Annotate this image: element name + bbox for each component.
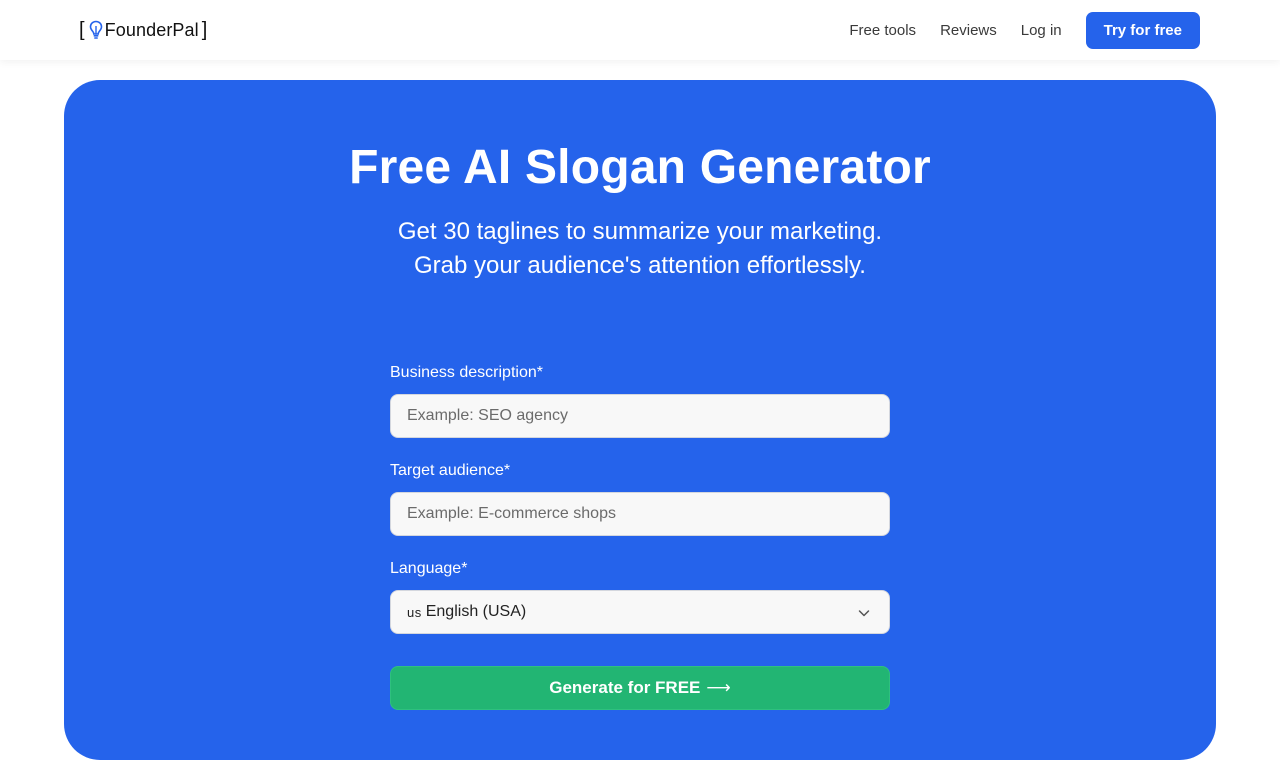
slogan-form: Business description* Target audience* L… — [390, 362, 890, 710]
nav-free-tools[interactable]: Free tools — [849, 22, 916, 39]
business-description-label: Business description* — [390, 364, 543, 381]
hero-section: Free AI Slogan Generator Get 30 taglines… — [64, 80, 1216, 760]
generate-button-label: Generate for FREE — [549, 678, 701, 697]
logo-bracket-right: ] — [201, 19, 208, 41]
target-audience-input[interactable] — [390, 492, 890, 536]
chevron-down-icon — [858, 610, 870, 617]
page-subtitle: Get 30 taglines to summarize your market… — [64, 215, 1216, 283]
subtitle-line-1: Get 30 taglines to summarize your market… — [397, 218, 883, 245]
logo-text: FounderPal — [104, 19, 199, 40]
target-audience-label: Target audience* — [390, 462, 511, 479]
lightbulb-icon — [89, 20, 102, 39]
page-title: Free AI Slogan Generator — [349, 141, 931, 194]
target-audience-group: Target audience* — [390, 460, 890, 536]
us-flag-icon: us — [407, 604, 422, 620]
language-select[interactable]: us English (USA) — [390, 590, 890, 634]
language-selected-value: English (USA) — [425, 603, 527, 620]
language-label: Language* — [390, 560, 468, 577]
logo-bracket-left: [ — [79, 19, 85, 41]
business-description-input[interactable] — [390, 394, 890, 438]
nav-login[interactable]: Log in — [1021, 22, 1062, 39]
logo[interactable]: [ FounderPal ] — [79, 18, 207, 42]
main-nav: Free tools Reviews Log in Try for free — [849, 12, 1200, 49]
site-header: [ FounderPal ] Free tools Reviews Log in… — [0, 0, 1280, 60]
nav-reviews[interactable]: Reviews — [940, 22, 997, 39]
arrow-right-icon: ⟶ — [706, 678, 731, 697]
language-group: Language* us English (USA) — [390, 558, 890, 634]
business-description-group: Business description* — [390, 362, 890, 438]
generate-button[interactable]: Generate for FREE ⟶ — [390, 666, 890, 710]
try-for-free-button[interactable]: Try for free — [1085, 12, 1200, 49]
subtitle-line-2: Grab your audience's attention effortles… — [414, 252, 866, 279]
